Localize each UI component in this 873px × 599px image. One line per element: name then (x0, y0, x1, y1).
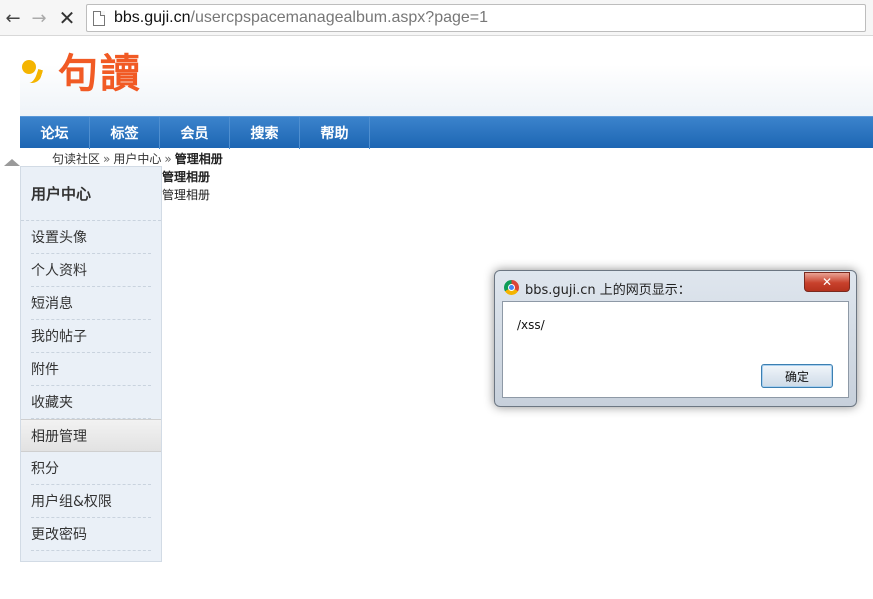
sidebar-item-album-manage[interactable]: 相册管理 (21, 419, 161, 452)
breadcrumb-home[interactable]: 句读社区 (52, 152, 100, 166)
dialog-message: /xss/ (517, 318, 545, 332)
dialog-titlebar: bbs.guji.cn 上的网页显示： ✕ (495, 271, 856, 301)
user-center-sidebar: 用户中心 设置头像 个人资料 短消息 我的帖子 附件 收藏夹 相册管理 积分 用… (20, 166, 162, 562)
ok-button[interactable]: 确定 (761, 364, 833, 388)
sidebar-item-profile[interactable]: 个人资料 (31, 254, 151, 287)
collapse-arrow-icon[interactable] (4, 159, 20, 166)
breadcrumb: 句读社区» 用户中心» 管理相册 (52, 150, 223, 167)
page-icon (93, 11, 105, 26)
url-host: bbs.guji.cn (114, 9, 191, 26)
page-title: 管理相册 (162, 170, 211, 184)
breadcrumb-separator: » (164, 152, 172, 166)
alert-dialog: bbs.guji.cn 上的网页显示： ✕ /xss/ 确定 (494, 270, 857, 407)
nav-item-search[interactable]: 搜索 (230, 117, 300, 149)
nav-item-forum[interactable]: 论坛 (20, 117, 90, 149)
site-header (20, 37, 873, 116)
breadcrumb-current: 管理相册 (174, 152, 223, 166)
nav-item-tags[interactable]: 标签 (90, 117, 160, 149)
sidebar-item-favorites[interactable]: 收藏夹 (31, 386, 151, 419)
breadcrumb-separator: » (103, 152, 111, 166)
sidebar-item-my-posts[interactable]: 我的帖子 (31, 320, 151, 353)
dialog-title: bbs.guji.cn 上的网页显示： (525, 283, 691, 298)
sidebar-item-attachments[interactable]: 附件 (31, 353, 151, 386)
site-logo[interactable]: 句讀 (20, 44, 142, 97)
breadcrumb-usercenter[interactable]: 用户中心 (113, 152, 161, 166)
close-icon[interactable]: ✕ (804, 272, 850, 292)
main-nav: 论坛 标签 会员 搜索 帮助 (20, 116, 873, 149)
nav-item-members[interactable]: 会员 (160, 117, 230, 149)
logo-text: 句讀 (58, 51, 142, 97)
stop-icon[interactable]: ✕ (56, 6, 78, 30)
back-arrow-icon[interactable]: ← (2, 7, 24, 29)
sidebar-item-usergroup[interactable]: 用户组&权限 (31, 485, 151, 518)
sidebar-item-credits[interactable]: 积分 (31, 452, 151, 485)
page-subtitle: 管理相册 (162, 188, 211, 202)
sidebar-item-change-password[interactable]: 更改密码 (31, 518, 151, 551)
url-path: /usercpspacemanagealbum.aspx?page=1 (190, 9, 489, 26)
url-text: bbs.guji.cn/usercpspacemanagealbum.aspx?… (114, 9, 488, 27)
nav-item-help[interactable]: 帮助 (300, 117, 370, 149)
logo-comma-icon (20, 50, 44, 90)
sidebar-heading: 用户中心 (21, 167, 161, 221)
address-bar[interactable]: bbs.guji.cn/usercpspacemanagealbum.aspx?… (86, 4, 866, 32)
chrome-icon (504, 280, 519, 295)
sidebar-item-messages[interactable]: 短消息 (31, 287, 151, 320)
forward-arrow-icon[interactable]: → (28, 7, 50, 29)
browser-toolbar: ← → ✕ bbs.guji.cn/usercpspacemanagealbum… (0, 0, 873, 36)
sidebar-item-avatar[interactable]: 设置头像 (31, 221, 151, 254)
dialog-body: /xss/ 确定 (502, 301, 849, 398)
